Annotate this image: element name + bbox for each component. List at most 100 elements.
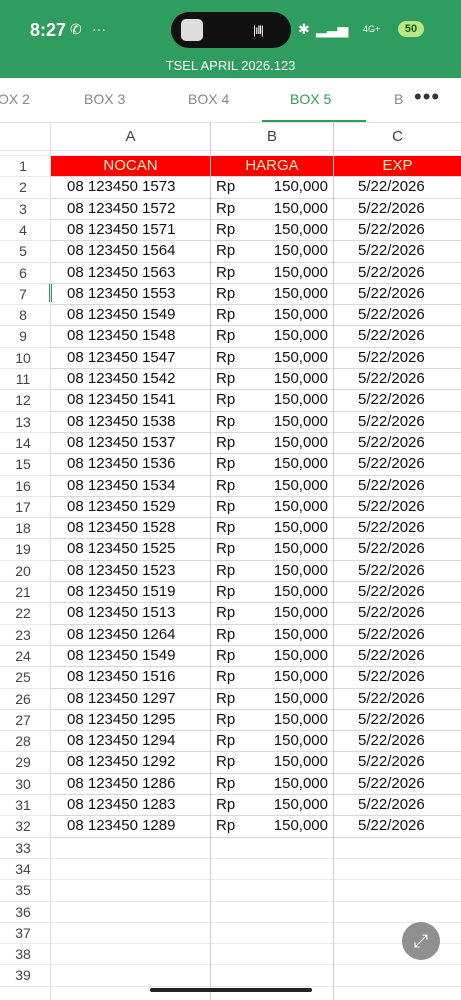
row-number[interactable]: 28 bbox=[0, 733, 46, 749]
cell-exp[interactable]: 5/22/2026 bbox=[358, 370, 425, 387]
cell-currency[interactable]: Rp bbox=[216, 327, 235, 344]
row-number[interactable]: 38 bbox=[0, 946, 46, 962]
cell-harga[interactable]: 150,000 bbox=[266, 562, 328, 579]
cell-currency[interactable]: Rp bbox=[216, 690, 235, 707]
cell-exp[interactable]: 5/22/2026 bbox=[358, 477, 425, 494]
row-number[interactable]: 24 bbox=[0, 648, 46, 664]
cell-currency[interactable]: Rp bbox=[216, 583, 235, 600]
cell-currency[interactable]: Rp bbox=[216, 796, 235, 813]
cell-exp[interactable]: 5/22/2026 bbox=[358, 604, 425, 621]
cell-nocan[interactable]: 08 123450 1549 bbox=[67, 647, 175, 664]
row-number[interactable]: 35 bbox=[0, 882, 46, 898]
cell-harga[interactable]: 150,000 bbox=[266, 221, 328, 238]
cell-nocan[interactable]: 08 123450 1573 bbox=[67, 178, 175, 195]
cell-harga[interactable]: 150,000 bbox=[266, 455, 328, 472]
expand-icon[interactable]: ⤢ bbox=[402, 922, 440, 960]
home-indicator[interactable] bbox=[150, 988, 312, 992]
cell-exp[interactable]: 5/22/2026 bbox=[358, 306, 425, 323]
cell-currency[interactable]: Rp bbox=[216, 711, 235, 728]
tab-box-3[interactable]: BOX 3 bbox=[84, 91, 125, 107]
row-number[interactable]: 14 bbox=[0, 435, 46, 451]
cell-exp[interactable]: 5/22/2026 bbox=[358, 285, 425, 302]
cell-harga[interactable]: 150,000 bbox=[266, 200, 328, 217]
cell-harga[interactable]: 150,000 bbox=[266, 264, 328, 281]
cell-currency[interactable]: Rp bbox=[216, 519, 235, 536]
row-number[interactable]: 19 bbox=[0, 541, 46, 557]
cell-nocan[interactable]: 08 123450 1513 bbox=[67, 604, 175, 621]
cell-currency[interactable]: Rp bbox=[216, 668, 235, 685]
cell-harga[interactable]: 150,000 bbox=[266, 519, 328, 536]
cell-exp[interactable]: 5/22/2026 bbox=[358, 200, 425, 217]
row-number[interactable]: 5 bbox=[0, 243, 46, 259]
cell-currency[interactable]: Rp bbox=[216, 540, 235, 557]
cell-currency[interactable]: Rp bbox=[216, 391, 235, 408]
row-number[interactable]: 21 bbox=[0, 584, 46, 600]
header-harga[interactable]: HARGA bbox=[211, 157, 333, 174]
tab-box-5[interactable]: BOX 5 bbox=[290, 91, 331, 107]
cell-exp[interactable]: 5/22/2026 bbox=[358, 647, 425, 664]
tab-box-6[interactable]: B bbox=[394, 91, 403, 107]
cell-exp[interactable]: 5/22/2026 bbox=[358, 583, 425, 600]
cell-nocan[interactable]: 08 123450 1571 bbox=[67, 221, 175, 238]
cell-nocan[interactable]: 08 123450 1525 bbox=[67, 540, 175, 557]
cell-harga[interactable]: 150,000 bbox=[266, 732, 328, 749]
cell-currency[interactable]: Rp bbox=[216, 477, 235, 494]
cell-exp[interactable]: 5/22/2026 bbox=[358, 690, 425, 707]
cell-nocan[interactable]: 08 123450 1538 bbox=[67, 413, 175, 430]
row-number[interactable]: 30 bbox=[0, 776, 46, 792]
cell-harga[interactable]: 150,000 bbox=[266, 178, 328, 195]
row-number[interactable]: 33 bbox=[0, 840, 46, 856]
more-options-icon[interactable]: ••• bbox=[414, 84, 440, 110]
row-number[interactable]: 18 bbox=[0, 520, 46, 536]
tab-box-4[interactable]: BOX 4 bbox=[188, 91, 229, 107]
row-number[interactable]: 7 bbox=[0, 286, 46, 302]
cell-harga[interactable]: 150,000 bbox=[266, 242, 328, 259]
row-number[interactable]: 36 bbox=[0, 904, 46, 920]
cell-exp[interactable]: 5/22/2026 bbox=[358, 434, 425, 451]
cell-nocan[interactable]: 08 123450 1523 bbox=[67, 562, 175, 579]
cell-exp[interactable]: 5/22/2026 bbox=[358, 626, 425, 643]
cell-exp[interactable]: 5/22/2026 bbox=[358, 775, 425, 792]
cell-nocan[interactable]: 08 123450 1541 bbox=[67, 391, 175, 408]
cell-currency[interactable]: Rp bbox=[216, 306, 235, 323]
cell-harga[interactable]: 150,000 bbox=[266, 817, 328, 834]
cell-currency[interactable]: Rp bbox=[216, 434, 235, 451]
header-exp[interactable]: EXP bbox=[334, 157, 461, 174]
cell-currency[interactable]: Rp bbox=[216, 817, 235, 834]
cell-harga[interactable]: 150,000 bbox=[266, 775, 328, 792]
cell-harga[interactable]: 150,000 bbox=[266, 647, 328, 664]
cell-currency[interactable]: Rp bbox=[216, 626, 235, 643]
cell-currency[interactable]: Rp bbox=[216, 732, 235, 749]
cell-harga[interactable]: 150,000 bbox=[266, 370, 328, 387]
cell-exp[interactable]: 5/22/2026 bbox=[358, 668, 425, 685]
row-number[interactable]: 16 bbox=[0, 478, 46, 494]
cell-harga[interactable]: 150,000 bbox=[266, 668, 328, 685]
header-nocan[interactable]: NOCAN bbox=[51, 157, 210, 174]
cell-currency[interactable]: Rp bbox=[216, 264, 235, 281]
row-number[interactable]: 25 bbox=[0, 669, 46, 685]
row-number[interactable]: 3 bbox=[0, 201, 46, 217]
cell-exp[interactable]: 5/22/2026 bbox=[358, 732, 425, 749]
row-number[interactable]: 27 bbox=[0, 712, 46, 728]
row-number[interactable]: 4 bbox=[0, 222, 46, 238]
cell-exp[interactable]: 5/22/2026 bbox=[358, 391, 425, 408]
cell-exp[interactable]: 5/22/2026 bbox=[358, 540, 425, 557]
cell-currency[interactable]: Rp bbox=[216, 455, 235, 472]
cell-harga[interactable]: 150,000 bbox=[266, 391, 328, 408]
row-number[interactable]: 15 bbox=[0, 456, 46, 472]
cell-nocan[interactable]: 08 123450 1572 bbox=[67, 200, 175, 217]
row-number[interactable]: 32 bbox=[0, 818, 46, 834]
cell-currency[interactable]: Rp bbox=[216, 775, 235, 792]
cell-exp[interactable]: 5/22/2026 bbox=[358, 242, 425, 259]
cell-nocan[interactable]: 08 123450 1297 bbox=[67, 690, 175, 707]
cell-harga[interactable]: 150,000 bbox=[266, 796, 328, 813]
row-number[interactable]: 39 bbox=[0, 967, 46, 983]
column-header-c[interactable]: C bbox=[334, 128, 461, 145]
cell-exp[interactable]: 5/22/2026 bbox=[358, 221, 425, 238]
column-header-a[interactable]: A bbox=[51, 128, 210, 145]
row-number[interactable]: 34 bbox=[0, 861, 46, 877]
cell-nocan[interactable]: 08 123450 1294 bbox=[67, 732, 175, 749]
cell-nocan[interactable]: 08 123450 1547 bbox=[67, 349, 175, 366]
tab-box-2[interactable]: OX 2 bbox=[0, 91, 30, 107]
row-number[interactable]: 9 bbox=[0, 328, 46, 344]
